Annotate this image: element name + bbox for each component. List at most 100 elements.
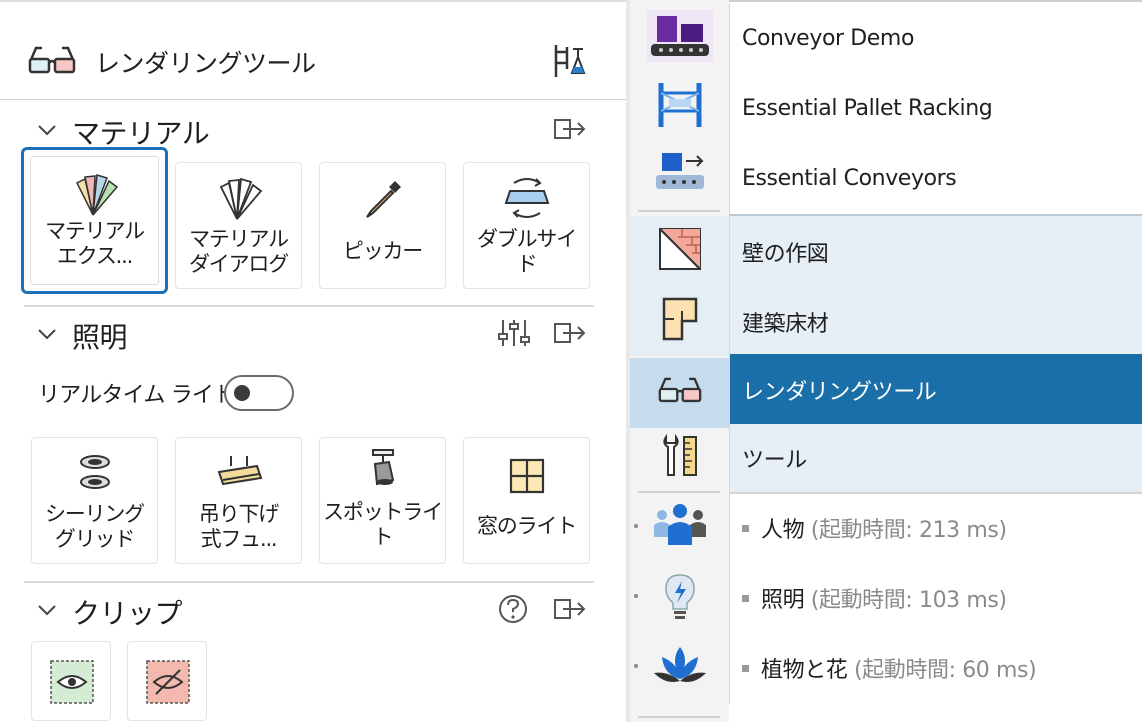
- list-item-conveyor-demo[interactable]: Conveyor Demo: [729, 4, 1142, 74]
- list-item-wall-drawing[interactable]: 壁の作図: [729, 216, 1142, 286]
- eye-icon: [48, 658, 96, 710]
- tile-label: スポットライト: [323, 500, 443, 549]
- list-item-label: Essential Conveyors: [742, 166, 957, 191]
- panel-header: レンダリングツール: [0, 2, 626, 100]
- icon-row-rendering-tool[interactable]: [630, 358, 729, 428]
- toggle-knob: [234, 385, 250, 401]
- icon-row-pallet-racking[interactable]: [630, 70, 729, 140]
- swatch-fan-icon: [31, 173, 158, 217]
- list-item-label: 壁の作図: [742, 242, 829, 267]
- list-item-pallet-racking[interactable]: Essential Pallet Racking: [729, 74, 1142, 144]
- startup-time: (起動時間: 103 ms): [810, 588, 1007, 613]
- icon-row-plants[interactable]: [630, 632, 729, 702]
- list-item-conveyors[interactable]: Essential Conveyors: [729, 144, 1142, 214]
- realtime-light-label: リアルタイム ライト: [38, 383, 235, 408]
- exit-arrow-icon[interactable]: [553, 321, 587, 349]
- list-item-people[interactable]: 人物 (起動時間: 213 ms): [729, 494, 1142, 564]
- tile-label: 窓のライト: [477, 514, 577, 538]
- floor-plan-icon: [630, 295, 729, 347]
- bullet-square: [742, 664, 749, 672]
- list-item-label: Conveyor Demo: [742, 26, 915, 51]
- conveyors-icon: [630, 149, 729, 201]
- render-glasses-icon: [28, 42, 76, 80]
- double-side-icon: [464, 173, 589, 218]
- list-item-lighting[interactable]: 照明 (起動時間: 103 ms): [729, 564, 1142, 634]
- section-title-clip: クリップ: [72, 597, 183, 630]
- section-clip: クリップ: [0, 584, 626, 634]
- swatch-fan-outline-icon: [176, 177, 301, 221]
- pallet-racking-icon: [630, 79, 729, 131]
- tile-label: マテリアル エクス...: [45, 219, 145, 268]
- eyedropper-icon: [320, 177, 445, 221]
- icon-row-tools[interactable]: [630, 424, 729, 494]
- section-divider: [24, 581, 594, 583]
- ceiling-grid-tile[interactable]: シーリング グリッド: [31, 437, 158, 564]
- startup-time: (起動時間: 60 ms): [854, 658, 1037, 683]
- extension-icon-column: [630, 0, 729, 722]
- rendering-tool-panel: レンダリングツール マテリアル マテリアル エクス... マテリアル ダイアログ…: [0, 0, 626, 722]
- slider-settings-icon[interactable]: [497, 318, 531, 352]
- list-item-label: ツール: [742, 448, 807, 473]
- ceiling-light-icon: [32, 452, 157, 496]
- spotlight-icon: [320, 448, 445, 492]
- clip-hide-tile[interactable]: [127, 641, 207, 721]
- pendant-light-tile[interactable]: 吊り下げ 式フュ...: [175, 437, 302, 564]
- people-icon: [630, 501, 729, 553]
- chevron-down-icon[interactable]: [36, 119, 58, 145]
- icon-row-conveyors[interactable]: [630, 140, 729, 210]
- list-item-label: 植物と花 (起動時間: 60 ms): [742, 652, 1037, 684]
- list-item-label: レンダリングツール: [742, 380, 937, 405]
- pendant-light-icon: [176, 452, 301, 496]
- section-title-lighting: 照明: [72, 321, 128, 354]
- help-circle-icon[interactable]: [497, 593, 529, 629]
- exit-arrow-icon[interactable]: [553, 117, 587, 145]
- list-item-label: 建築床材: [742, 312, 829, 337]
- list-item-rendering-tool[interactable]: レンダリングツール: [729, 354, 1142, 424]
- tile-label: ピッカー: [342, 239, 423, 263]
- wrench-ruler-icon: [630, 433, 729, 485]
- tile-label: シーリング グリッド: [45, 502, 145, 551]
- list-top-edge: [729, 0, 1142, 2]
- chevron-down-icon[interactable]: [36, 323, 58, 349]
- list-item-label: Essential Pallet Racking: [742, 96, 993, 121]
- conveyor-demo-icon: [630, 10, 729, 62]
- icon-row-conveyor-demo[interactable]: [630, 0, 729, 70]
- window-icon: [464, 456, 589, 500]
- section-divider: [24, 305, 594, 307]
- chevron-down-icon[interactable]: [36, 599, 58, 625]
- section-lighting: 照明: [0, 308, 626, 358]
- clip-show-tile[interactable]: [31, 641, 111, 721]
- pin-tool-icon[interactable]: [553, 43, 587, 83]
- bullet-square: [742, 524, 749, 532]
- icon-row-building-floor[interactable]: [630, 286, 729, 356]
- material-dialog-tile[interactable]: マテリアル ダイアログ: [175, 162, 302, 289]
- list-item-label: 人物 (起動時間: 213 ms): [742, 512, 1007, 544]
- lightbulb-icon: [630, 571, 729, 623]
- list-item-plants[interactable]: 植物と花 (起動時間: 60 ms): [729, 634, 1142, 704]
- render-glasses-icon: [630, 372, 729, 424]
- spotlight-tile[interactable]: スポットライト: [319, 437, 446, 564]
- list-item-label: 照明 (起動時間: 103 ms): [742, 582, 1007, 614]
- bullet-square: [742, 594, 749, 602]
- tile-label: ダブルサイド: [477, 227, 577, 276]
- tile-label: マテリアル ダイアログ: [189, 227, 289, 276]
- material-explorer-tile[interactable]: マテリアル エクス...: [21, 147, 168, 294]
- realtime-light-toggle[interactable]: [224, 375, 294, 411]
- lotus-icon: [630, 641, 729, 693]
- eye-off-icon: [144, 658, 192, 710]
- icon-row-people[interactable]: [630, 492, 729, 562]
- window-light-tile[interactable]: 窓のライト: [463, 437, 590, 564]
- icon-row-wall-drawing[interactable]: [630, 216, 729, 286]
- icon-column-divider: [638, 716, 720, 718]
- list-item-building-floor[interactable]: 建築床材: [729, 286, 1142, 356]
- icon-column-divider: [638, 210, 720, 212]
- icon-row-lighting[interactable]: [630, 562, 729, 632]
- double-side-tile[interactable]: ダブルサイド: [463, 162, 590, 289]
- list-item-tools[interactable]: ツール: [729, 424, 1142, 494]
- picker-tile[interactable]: ピッカー: [319, 162, 446, 289]
- panel-title: レンダリングツール: [95, 49, 316, 78]
- wall-drawing-icon: [630, 225, 729, 277]
- startup-time: (起動時間: 213 ms): [810, 518, 1007, 543]
- extension-list: Conveyor Demo Essential Pallet Racking E…: [729, 0, 1142, 722]
- exit-arrow-icon[interactable]: [553, 597, 587, 625]
